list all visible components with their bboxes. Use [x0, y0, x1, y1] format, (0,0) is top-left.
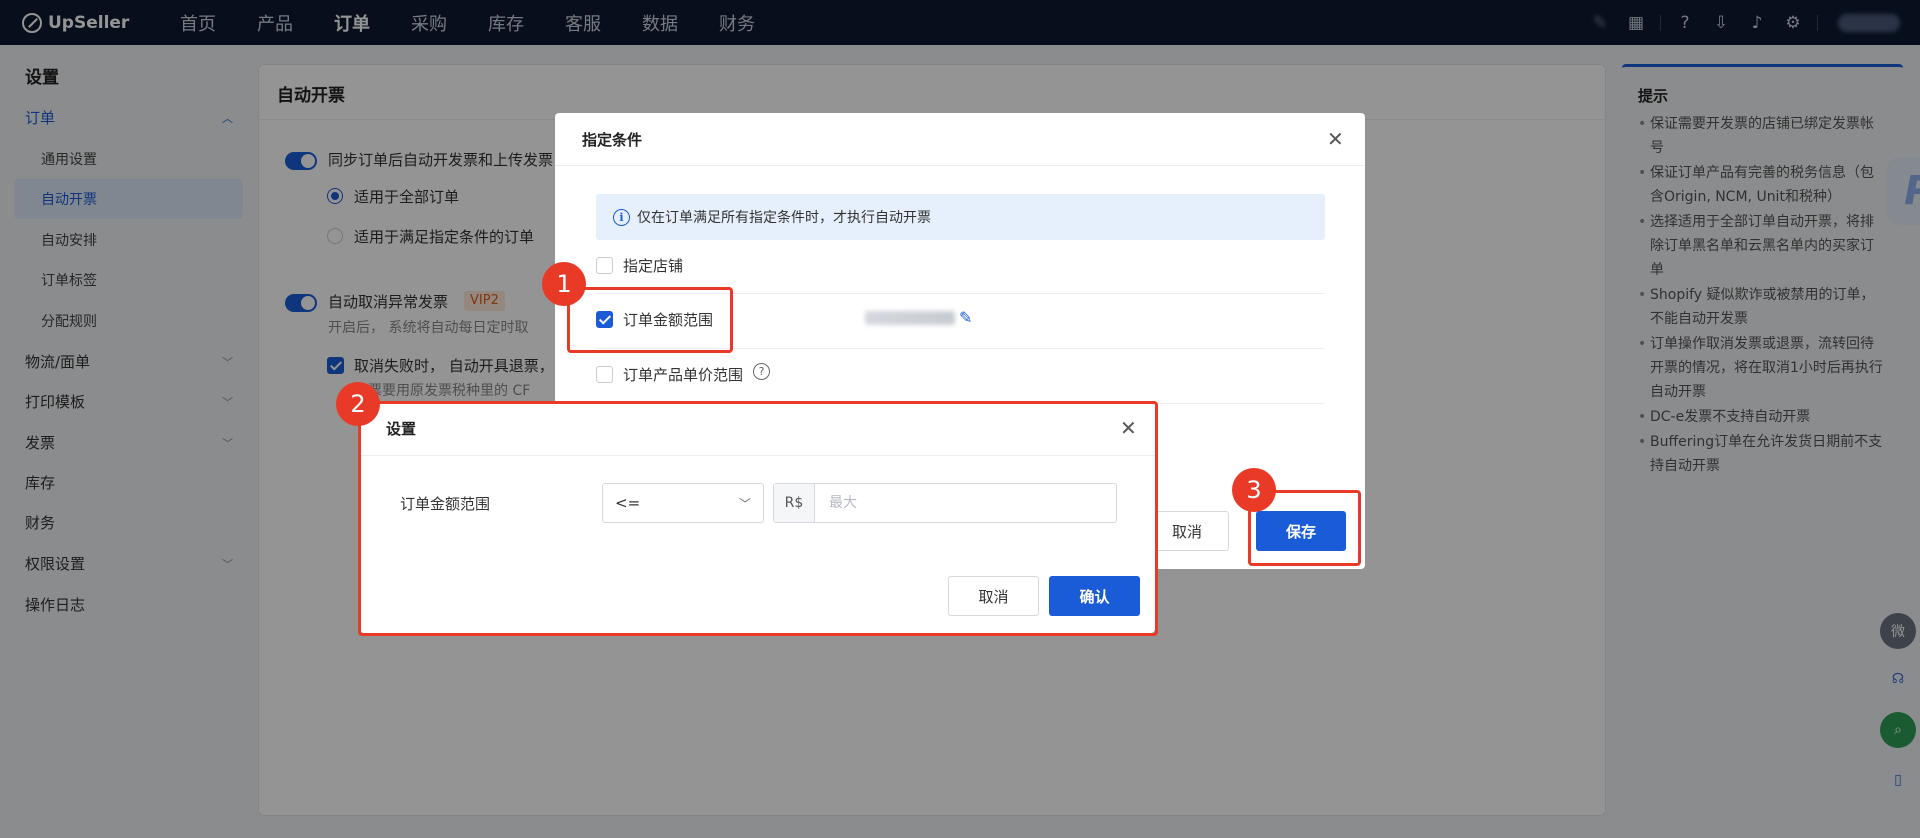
condition-unit-price-label: 订单产品单价范围 — [623, 366, 744, 384]
divider — [555, 165, 1365, 166]
question-help-icon[interactable]: ? — [753, 363, 770, 380]
condition-store-checkbox[interactable] — [596, 257, 613, 274]
annotation-badge-1: 1 — [542, 262, 586, 306]
info-icon: i — [613, 208, 630, 226]
annotation-highlight-1 — [567, 287, 733, 353]
dialog-title: 指定条件 — [582, 131, 643, 149]
info-notice: i 仅在订单满足所有指定条件时，才执行自动开票 — [596, 194, 1325, 240]
condition-store-label: 指定店铺 — [623, 257, 684, 275]
close-icon[interactable]: ✕ — [1327, 127, 1344, 151]
pencil-edit-icon[interactable]: ✎ — [959, 308, 972, 327]
condition-unit-price-checkbox[interactable] — [596, 366, 613, 383]
annotation-highlight-2 — [358, 401, 1158, 636]
annotation-badge-3: 3 — [1232, 468, 1276, 512]
info-text: 仅在订单满足所有指定条件时，才执行自动开票 — [637, 210, 931, 226]
annotation-badge-2: 2 — [336, 382, 380, 426]
condition-amount-value — [865, 311, 955, 325]
